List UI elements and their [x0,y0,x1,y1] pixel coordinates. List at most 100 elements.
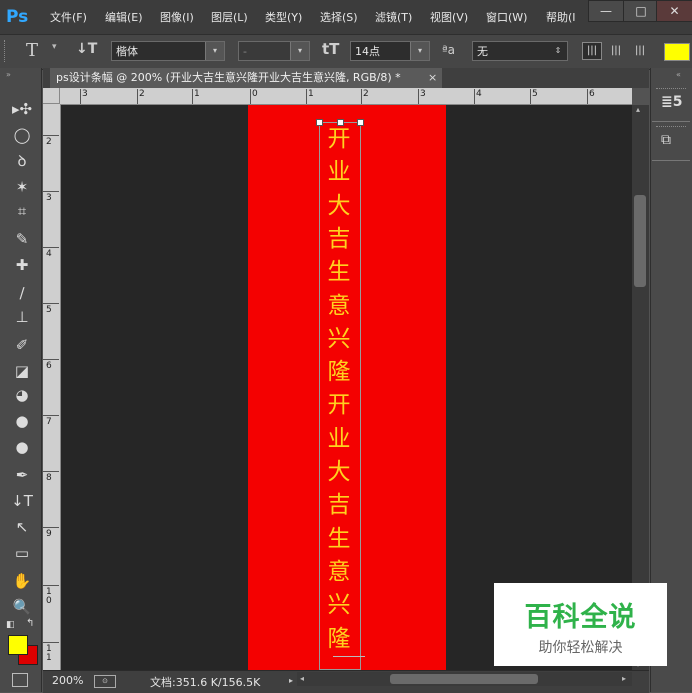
document-tab[interactable]: ps设计条幅 @ 200% (开业大吉生意兴隆开业大吉生意兴隆, RGB/8) … [50,68,442,88]
align-right-button[interactable]: ||| [630,42,650,60]
healing-brush-tool[interactable]: ✚ [10,254,34,276]
divider [652,121,690,122]
ruler-tick-label: 2 [46,137,52,147]
font-family-select[interactable]: 楷体 ▾ [111,41,225,61]
magic-wand-icon: ✶ [15,178,29,196]
default-colors-icon[interactable]: ◧ [6,620,15,630]
swap-colors-icon[interactable]: ↰ [26,618,34,629]
ruler-tick-label: 4 [46,249,52,259]
ruler-origin[interactable] [43,88,60,104]
menu-window[interactable]: 窗口(W) [486,9,527,27]
menu-image[interactable]: 图像(I) [160,9,194,27]
pen-tool[interactable]: ✒ [10,464,34,486]
menu-edit[interactable]: 编辑(E) [105,9,143,27]
transform-handle[interactable] [357,119,364,126]
stamp-tool[interactable]: ⊥ [10,306,34,328]
document-info: 文档:351.6 K/156.5K [150,676,261,689]
bandage-icon: ✚ [15,256,29,274]
eyedropper-tool[interactable]: ✎ [10,228,34,250]
banner-text-char: 生 [327,525,351,552]
tab-close-icon[interactable]: × [428,71,437,84]
brush-icon: ∕ [19,284,25,302]
ruler-tick [80,89,81,104]
font-family-value: 楷体 [116,45,138,58]
ruler-tick [418,89,419,104]
ruler-tick-label: 5 [46,305,52,315]
horizontal-ruler[interactable] [60,88,632,105]
eraser-icon: ◪ [14,362,30,380]
brush-tool[interactable]: ∕ [10,282,34,304]
ruler-tick-label: 3 [82,89,88,99]
font-style-select[interactable]: - ▾ [238,41,310,61]
move-icon: ▸✣ [11,100,33,118]
menu-type[interactable]: 类型(Y) [265,9,302,27]
font-size-select[interactable]: 14点 ▾ [350,41,430,61]
foreground-color-swatch[interactable] [8,635,28,655]
antialias-value: 无 [477,45,488,58]
magic-wand-tool[interactable]: ✶ [10,176,34,198]
ruler-tick-label: 7 [46,417,52,427]
ruler-tick-label: 1 [194,89,200,99]
ruler-tick [43,527,59,528]
menu-filter[interactable]: 滤镜(T) [375,9,412,27]
text-color-swatch[interactable] [664,43,690,61]
shape-tool[interactable]: ▭ [10,542,34,564]
ruler-tick [306,89,307,104]
collapse-arrows-icon[interactable]: « [676,70,681,79]
preset-dropdown-icon[interactable]: ▾ [52,42,57,52]
align-center-button[interactable]: ||| [606,42,626,60]
layers-panel-icon[interactable]: ⧉ [661,132,671,148]
type-tool-preset-icon[interactable]: T [26,40,38,61]
ruler-tick-label: 3 [46,193,52,203]
menu-help[interactable]: 帮助(I [546,9,578,27]
menu-select[interactable]: 选择(S) [320,9,358,27]
hand-tool[interactable]: ✋ [10,570,34,592]
ruler-tick [43,642,59,643]
eyedropper-icon: ✎ [15,230,29,248]
scroll-up-arrow-icon[interactable]: ▴ [636,105,640,114]
minimize-button[interactable]: — [588,0,624,22]
crop-tool[interactable]: ⌗ [10,200,34,222]
text-orientation-icon[interactable]: ↓T [76,41,97,57]
status-icon[interactable]: ⊙ [94,675,116,688]
blur-tool[interactable]: ● [10,410,34,432]
arrow-icon: ↖ [15,518,29,536]
menu-layer[interactable]: 图层(L) [211,9,248,27]
antialias-select[interactable]: 无 ⇕ [472,41,568,61]
horizontal-scroll-thumb[interactable] [390,674,538,684]
vertical-type-icon: ↓T [11,492,33,510]
paint-bucket-icon: ◕ [15,386,29,404]
zoom-level[interactable]: 200% [52,674,83,687]
close-button[interactable]: ✕ [656,0,692,22]
character-panel-icon[interactable]: ≣5 [661,94,682,110]
collapse-arrows-icon[interactable]: » [6,70,11,79]
ruler-tick [587,89,588,104]
marquee-tool[interactable]: ◯ [10,124,34,146]
ruler-tick-label: 5 [532,89,538,99]
align-left-button[interactable]: ||| [582,42,602,60]
zoom-tool[interactable]: 🔍 [10,596,34,618]
dodge-icon: ● [15,438,29,456]
quick-mask-icon[interactable] [12,673,28,687]
path-selection-tool[interactable]: ↖ [10,516,34,538]
banner-text-char: 隆 [327,359,351,386]
zoom-icon: 🔍 [12,598,32,616]
hand-icon: ✋ [12,572,32,590]
ruler-tick [43,191,59,192]
status-menu-arrow-icon[interactable]: ▸ [289,676,293,685]
dodge-tool[interactable]: ● [10,436,34,458]
ruler-tick-label: 1 [308,89,314,99]
paint-bucket-tool[interactable]: ◕ [10,384,34,406]
scroll-left-arrow-icon[interactable]: ◂ [300,674,304,683]
vertical-scroll-thumb[interactable] [634,195,646,287]
menu-view[interactable]: 视图(V) [430,9,468,27]
menu-file[interactable]: 文件(F) [50,9,87,27]
maximize-button[interactable]: □ [623,0,659,22]
move-tool[interactable]: ▸✣ [10,98,34,120]
lasso-tool[interactable]: ꝺ [10,150,34,172]
history-brush-tool[interactable]: ✐ [10,334,34,356]
eraser-tool[interactable]: ◪ [10,360,34,382]
scroll-right-arrow-icon[interactable]: ▸ [622,674,626,683]
type-tool[interactable]: ↓T [10,490,34,512]
history-brush-icon: ✐ [15,336,29,354]
